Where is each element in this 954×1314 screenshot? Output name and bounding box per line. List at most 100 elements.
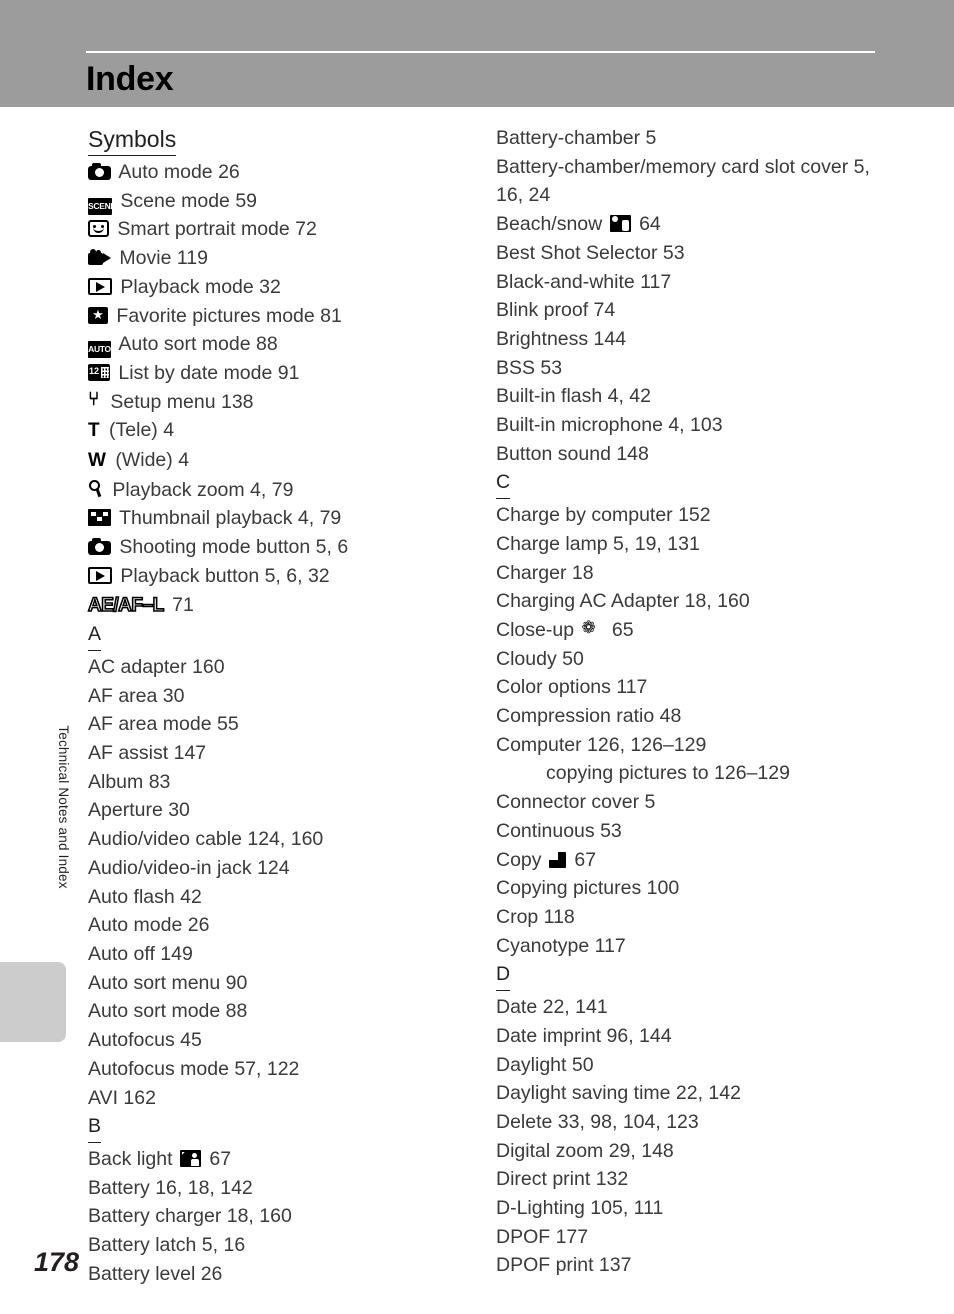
index-entry: DPOF 177 <box>496 1223 886 1252</box>
index-entry-text: Connector cover 5 <box>496 791 656 814</box>
index-entry-text: Black-and-white 117 <box>496 270 672 293</box>
index-entry: AF assist 147 <box>88 739 468 768</box>
list-by-date-icon: 12 <box>88 363 110 381</box>
index-entry-text: Cloudy 50 <box>496 647 584 670</box>
index-entry-text: Beach/snow <box>496 213 603 236</box>
index-entry: D-Lighting 105, 111 <box>496 1194 886 1223</box>
index-entry-text: Auto mode 26 <box>114 161 240 183</box>
index-entry: Aperture 30 <box>88 796 468 825</box>
index-entry: AF area mode 55 <box>88 710 468 739</box>
index-entry-text: Computer 126, 126–129 <box>496 733 707 756</box>
index-entry: Close-up ❁ 65 <box>496 616 886 645</box>
index-entry-text: (Wide) 4 <box>109 449 190 472</box>
index-entry-text: Brightness 144 <box>496 327 627 350</box>
index-entry-text: Setup menu 138 <box>105 390 254 413</box>
index-entry-text: Album 83 <box>88 770 171 793</box>
index-entry: Battery level 26 <box>88 1260 468 1289</box>
index-entry-text: AVI 162 <box>88 1086 156 1109</box>
index-subentry: copying pictures to 126–129 <box>496 759 886 788</box>
index-entry-text: AC adapter 160 <box>88 655 225 678</box>
index-entry-text: Auto mode 26 <box>88 914 210 937</box>
index-entry-text: DPOF print 137 <box>496 1254 632 1277</box>
header-rule <box>86 51 875 53</box>
index-entry: Compression ratio 48 <box>496 702 886 731</box>
index-entry-text: List by date mode 91 <box>113 361 300 384</box>
index-column-right: Battery-chamber 5 Battery-chamber/memory … <box>496 124 886 1280</box>
index-entry: Battery latch 5, 16 <box>88 1231 468 1260</box>
index-entry: Auto sort menu 90 <box>88 969 468 998</box>
symbols-heading: Symbols <box>88 124 177 156</box>
copy-icon <box>548 851 566 868</box>
index-entry: Playback button 5, 6, 32 <box>88 562 468 591</box>
index-entry: Date 22, 141 <box>496 993 886 1022</box>
index-entry: AC adapter 160 <box>88 653 468 682</box>
index-entry-text: Playback mode 32 <box>115 275 281 298</box>
index-entry-text: Compression ratio 48 <box>496 705 682 728</box>
index-entry-text: Favorite pictures mode 81 <box>111 304 342 327</box>
playback-icon <box>88 277 112 295</box>
index-entry: Continuous 53 <box>496 817 886 846</box>
wrench-icon: ⑂ <box>88 388 100 410</box>
index-entry: Shooting mode button 5, 6 <box>88 533 468 562</box>
index-entry-text: Battery level 26 <box>88 1262 223 1285</box>
playback-icon <box>88 566 112 584</box>
index-entry-text: AF area mode 55 <box>88 713 239 736</box>
index-entry-text: Copy <box>496 848 542 871</box>
index-entry-text: 71 <box>166 593 194 616</box>
index-entry: Cloudy 50 <box>496 645 886 674</box>
thumbnail-icon <box>88 509 111 527</box>
index-entry: Playback mode 32 <box>88 273 468 302</box>
index-entry: BSS 53 <box>496 354 886 383</box>
index-entry-text: Autofocus mode 57, 122 <box>88 1057 300 1080</box>
index-entry-text: Audio/video-in jack 124 <box>88 856 290 879</box>
index-entry-text: Smart portrait mode 72 <box>112 218 317 241</box>
ae-af-l-icon: AE/AF–L <box>87 594 165 617</box>
index-entry: Auto mode 26 <box>88 158 468 187</box>
page-title: Index <box>86 60 174 98</box>
section-b-right-entry-list: Battery-chamber 5 Battery-chamber/memory … <box>496 124 886 468</box>
index-entry: Battery 16, 18, 142 <box>88 1174 468 1203</box>
index-entry-pages: 65 <box>606 618 634 641</box>
index-entry: Movie 119 <box>88 244 468 273</box>
index-entry-text: Blink proof 74 <box>496 299 616 322</box>
tele-letter-icon: T <box>88 420 100 442</box>
index-entry-text: Back light <box>88 1147 173 1170</box>
index-entry: Battery-chamber/memory card slot cover 5… <box>496 153 886 210</box>
index-entry: Thumbnail playback 4, 79 <box>88 504 468 533</box>
index-entry: Beach/snow 64 <box>496 210 886 239</box>
section-b-left-entry-list: Back light 67 Battery 16, 18, 142 Battery … <box>88 1145 468 1289</box>
section-d-entry-list: Date 22, 141 Date imprint 96, 144 Daylight… <box>496 993 886 1280</box>
index-entry-text: Auto off 149 <box>88 942 193 965</box>
index-entry-text: Direct print 132 <box>496 1168 629 1191</box>
index-entry-text: Date 22, 141 <box>496 996 608 1019</box>
index-entry: Audio/video-in jack 124 <box>88 854 468 883</box>
index-entry: Auto flash 42 <box>88 883 468 912</box>
index-entry-text: DPOF 177 <box>496 1225 589 1248</box>
index-entry-text: Aperture 30 <box>88 799 190 822</box>
index-entry-text: Copying pictures 100 <box>496 877 680 900</box>
section-c-entry-list: Charge by computer 152 Charge lamp 5, 19,… <box>496 501 886 960</box>
index-entry-pages: 64 <box>633 213 661 236</box>
index-entry-text: Charge by computer 152 <box>496 504 711 527</box>
index-entry: AE/AF–L 71 <box>87 591 468 621</box>
index-entry-text: (Tele) 4 <box>103 419 175 442</box>
section-a-heading-row: A <box>88 620 468 653</box>
index-entry: W (Wide) 4 <box>88 446 468 476</box>
index-entry: Delete 33, 98, 104, 123 <box>496 1108 886 1137</box>
index-entry: Computer 126, 126–129 <box>496 731 886 760</box>
index-entry-text: Scene mode 59 <box>115 189 258 212</box>
index-entry-text: Crop 118 <box>496 905 575 928</box>
scene-icon: SCENE <box>88 197 116 215</box>
index-entry: Back light 67 <box>88 1145 468 1174</box>
index-entry: 12 List by date mode 91 <box>88 359 468 388</box>
close-up-icon: ❁ <box>581 617 596 637</box>
smart-portrait-icon <box>88 220 109 238</box>
symbols-entry-list: Auto mode 26 SCENE Scene mode 59 Smart po… <box>87 158 468 621</box>
index-entry: Date imprint 96, 144 <box>496 1022 886 1051</box>
index-entry-text: Built-in flash 4, 42 <box>496 385 652 408</box>
index-entry: AUTO Auto sort mode 88 <box>88 330 468 359</box>
index-entry-text: Auto sort mode 88 <box>88 1000 248 1023</box>
index-entry: SCENE Scene mode 59 <box>88 187 468 216</box>
section-letter-d: D <box>496 960 511 992</box>
index-entry-text: Playback zoom 4, 79 <box>107 478 294 501</box>
